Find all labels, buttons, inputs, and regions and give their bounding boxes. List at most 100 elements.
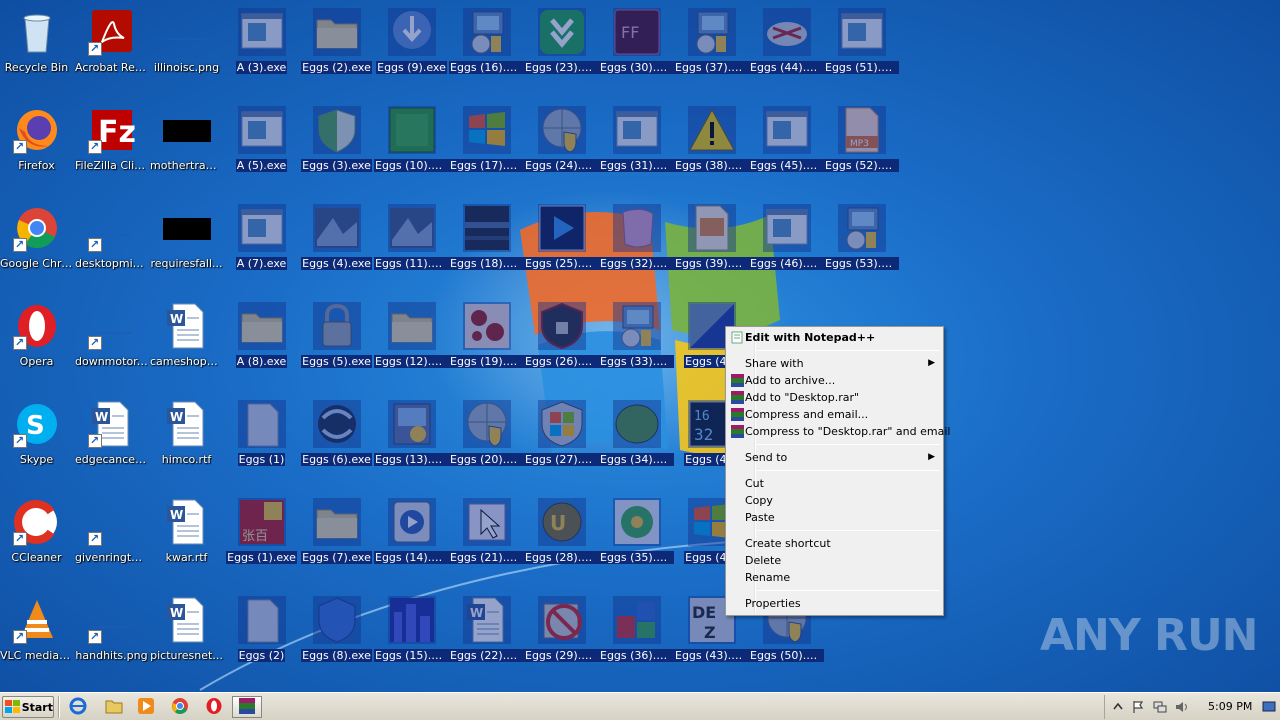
desktop-icon[interactable]: Eggs (1): [224, 394, 299, 490]
desktop-icon[interactable]: Eggs (12).exe: [374, 296, 449, 392]
desktop-icon[interactable]: Eggs (20).exe: [449, 394, 524, 490]
desktop-icon[interactable]: Eggs (2): [224, 590, 299, 686]
desktop-icon[interactable]: ↗ Firefox: [0, 100, 74, 196]
desktop-icon[interactable]: Wcameshoppi...: [149, 296, 224, 392]
desktop-icon[interactable]: Eggs (17).exe: [449, 100, 524, 196]
desktop-icon[interactable]: Eggs (38).exe: [674, 100, 749, 196]
desktop-icon[interactable]: W ↗ edgecancer....: [74, 394, 149, 490]
desktop-icon[interactable]: ↗ Opera: [0, 296, 74, 392]
desktop-icon[interactable]: Eggs (7).exe: [299, 492, 374, 588]
desktop-icon[interactable]: ↗ givenringto...: [74, 492, 149, 588]
desktop-icon[interactable]: Eggs (3).exe: [299, 100, 374, 196]
menu-item-edit-with-notepad[interactable]: Edit with Notepad++: [728, 329, 941, 346]
menu-item-compress-to-desktop-rar-and-email[interactable]: Compress to "Desktop.rar" and email: [728, 423, 950, 440]
desktop-icon[interactable]: Eggs (29).exe: [524, 590, 599, 686]
menu-item-send-to[interactable]: Send to ▶: [728, 449, 941, 466]
desktop-icon[interactable]: ↗ Acrobat Reader DC: [74, 2, 149, 98]
desktop-icon[interactable]: mothertrad...: [149, 100, 224, 196]
menu-item-rename[interactable]: Rename: [728, 569, 941, 586]
desktop-icon[interactable]: Eggs (11).exe: [374, 198, 449, 294]
taskbar-winrar-button[interactable]: [232, 696, 262, 718]
taskbar-opera-button[interactable]: [202, 696, 226, 718]
desktop-icon[interactable]: Eggs (13).exe: [374, 394, 449, 490]
taskbar-ie-button[interactable]: [66, 696, 90, 718]
desktop-icon[interactable]: Eggs (19).exe: [449, 296, 524, 392]
desktop-icon[interactable]: Eggs (23).exe: [524, 2, 599, 98]
desktop-icon[interactable]: Eggs (15).exe: [374, 590, 449, 686]
desktop-icon[interactable]: A (7).exe: [224, 198, 299, 294]
desktop-icon[interactable]: A (8).exe: [224, 296, 299, 392]
menu-item-cut[interactable]: Cut: [728, 475, 941, 492]
taskbar-media-player-button[interactable]: [134, 696, 158, 718]
desktop-icon[interactable]: Eggs (24).exe: [524, 100, 599, 196]
context-menu[interactable]: Edit with Notepad++ Share with ▶ Add to arc…: [725, 326, 950, 616]
desktop-icon[interactable]: Fz ↗ FileZilla Client: [74, 100, 149, 196]
desktop-icon[interactable]: Eggs (4).exe: [299, 198, 374, 294]
show-hidden-icons-icon[interactable]: [1111, 700, 1125, 714]
desktop-icon[interactable]: Eggs (21).exe: [449, 492, 524, 588]
desktop-icon[interactable]: ↗ desktopmic...: [74, 198, 149, 294]
desktop-icon[interactable]: Eggs (46).exe: [749, 198, 824, 294]
desktop[interactable]: Recycle Bin ↗ Acrobat Reader DC illinoisc.p…: [0, 0, 1280, 692]
desktop-icon[interactable]: ↗ VLC media player: [0, 590, 74, 686]
menu-item-copy[interactable]: Copy: [728, 492, 941, 509]
taskbar-chrome-button[interactable]: [168, 696, 192, 718]
show-desktop-icon[interactable]: [1262, 700, 1276, 714]
desktop-icon[interactable]: Eggs (5).exe: [299, 296, 374, 392]
desktop-icon[interactable]: ↗ downmotor....: [74, 296, 149, 392]
desktop-icon[interactable]: Eggs (44).exe: [749, 2, 824, 98]
desktop-icon[interactable]: Eggs (35).exe: [599, 492, 674, 588]
desktop-icon[interactable]: Eggs (53).exe: [824, 198, 899, 294]
menu-item-add-to-desktop-rar[interactable]: Add to "Desktop.rar": [728, 389, 941, 406]
desktop-icon[interactable]: Eggs (10).exe: [374, 100, 449, 196]
desktop-icon[interactable]: ↗ Google Chrome: [0, 198, 74, 294]
desktop-icon[interactable]: Wkwar.rtf: [149, 492, 224, 588]
desktop-icon[interactable]: Eggs (33).exe: [599, 296, 674, 392]
desktop-icon[interactable]: Eggs (27).exe: [524, 394, 599, 490]
taskbar-explorer-button[interactable]: [102, 696, 126, 718]
desktop-icon[interactable]: Eggs (16).exe: [449, 2, 524, 98]
desktop-icon[interactable]: Eggs (39).exe: [674, 198, 749, 294]
menu-item-add-to-archive[interactable]: Add to archive...: [728, 372, 941, 389]
clock[interactable]: 5:09 PM: [1208, 700, 1252, 713]
desktop-icon[interactable]: A (5).exe: [224, 100, 299, 196]
desktop-icon[interactable]: MP3 Eggs (52).exe: [824, 100, 899, 196]
volume-icon[interactable]: [1175, 700, 1189, 714]
desktop-icon[interactable]: 张百 Eggs (1).exe: [224, 492, 299, 588]
desktop-icon[interactable]: Eggs (37).exe: [674, 2, 749, 98]
desktop-icon[interactable]: U Eggs (28).exe: [524, 492, 599, 588]
menu-item-paste[interactable]: Paste: [728, 509, 941, 526]
desktop-icon[interactable]: Eggs (2).exe: [299, 2, 374, 98]
menu-item-share-with[interactable]: Share with ▶: [728, 355, 941, 372]
desktop-icon[interactable]: Whimco.rtf: [149, 394, 224, 490]
desktop-icon[interactable]: Eggs (45).exe: [749, 100, 824, 196]
desktop-icon[interactable]: Eggs (26).exe: [524, 296, 599, 392]
network-icon[interactable]: [1153, 700, 1167, 714]
desktop-icon[interactable]: Eggs (36).exe: [599, 590, 674, 686]
desktop-icon[interactable]: A (3).exe: [224, 2, 299, 98]
desktop-icon[interactable]: ↗ CCleaner: [0, 492, 74, 588]
start-button[interactable]: Start: [2, 696, 54, 718]
menu-item-delete[interactable]: Delete: [728, 552, 941, 569]
desktop-icon[interactable]: Eggs (18).exe: [449, 198, 524, 294]
desktop-icon[interactable]: Eggs (8).exe: [299, 590, 374, 686]
menu-item-properties[interactable]: Properties: [728, 595, 941, 612]
desktop-icon[interactable]: Eggs (9).exe: [374, 2, 449, 98]
desktop-icon[interactable]: FF Eggs (30).exe: [599, 2, 674, 98]
action-center-flag-icon[interactable]: [1131, 700, 1145, 714]
menu-item-create-shortcut[interactable]: Create shortcut: [728, 535, 941, 552]
desktop-icon[interactable]: Recycle Bin: [0, 2, 74, 98]
desktop-icon[interactable]: Eggs (32).exe: [599, 198, 674, 294]
menu-item-compress-and-email[interactable]: Compress and email...: [728, 406, 941, 423]
desktop-icon[interactable]: Eggs (34).exe: [599, 394, 674, 490]
desktop-icon[interactable]: Eggs (51).exe: [824, 2, 899, 98]
desktop-icon[interactable]: Wpicturesnet...: [149, 590, 224, 686]
desktop-icon[interactable]: requiresfall...: [149, 198, 224, 294]
desktop-icon[interactable]: Eggs (31).exe: [599, 100, 674, 196]
desktop-icon[interactable]: Eggs (25).exe: [524, 198, 599, 294]
desktop-icon[interactable]: W Eggs (22).exe: [449, 590, 524, 686]
desktop-icon[interactable]: Eggs (14).exe: [374, 492, 449, 588]
desktop-icon[interactable]: S ↗ Skype: [0, 394, 74, 490]
desktop-icon[interactable]: illinoisc.png: [149, 2, 224, 98]
desktop-icon[interactable]: ↗ handhits.png: [74, 590, 149, 686]
